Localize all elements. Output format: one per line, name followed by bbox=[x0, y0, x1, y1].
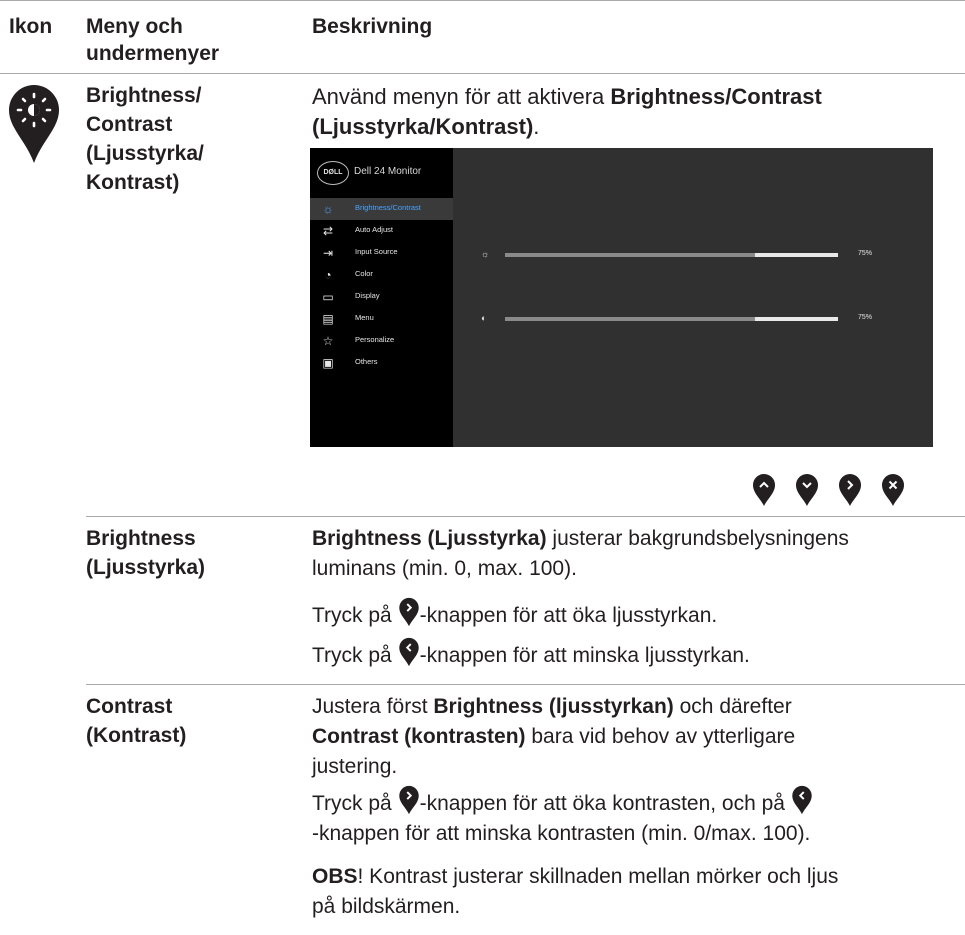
brightness-desc-line2: luminans (min. 0, max. 100). bbox=[312, 557, 577, 580]
menu-name-line: Brightness/ bbox=[86, 84, 202, 107]
osd-menu-menu[interactable]: ▤ Menu bbox=[310, 308, 453, 330]
menu-icon: ▤ bbox=[322, 312, 334, 326]
menu-name-brightness: Brightness (Ljusstyrka) bbox=[86, 524, 205, 582]
osd-menu-label: Display bbox=[355, 291, 380, 300]
nav-buttons bbox=[752, 473, 912, 512]
increase-text: -knappen för att öka ljusstyrkan. bbox=[419, 604, 718, 627]
up-arrow-icon[interactable] bbox=[753, 474, 775, 506]
press-text: Tryck på bbox=[312, 604, 398, 627]
nav-button-icons bbox=[753, 474, 904, 506]
dell-logo: DØLL bbox=[317, 161, 349, 185]
osd-menu-label: Others bbox=[355, 357, 378, 366]
input-source-icon: ⇥ bbox=[322, 246, 334, 260]
auto-adjust-icon: ⇄ bbox=[322, 224, 334, 238]
left-arrow-icon bbox=[792, 785, 812, 815]
osd-menu-input-source[interactable]: ⇥ Input Source bbox=[310, 242, 453, 264]
press-text: Tryck på bbox=[312, 792, 398, 815]
menu-name-line: (Kontrast) bbox=[86, 724, 187, 747]
osd-sidebar: DØLL Dell 24 Monitor ☼ Brightness/Contra… bbox=[310, 148, 453, 447]
header-rule bbox=[0, 73, 965, 74]
header-menu-line1: Meny och bbox=[86, 15, 183, 38]
brightness-value: 75% bbox=[858, 250, 873, 257]
intro-paragraph: Använd menyn för att aktivera Brightness… bbox=[312, 82, 952, 142]
menu-name-contrast: Contrast (Kontrast) bbox=[86, 692, 186, 750]
down-arrow-icon[interactable] bbox=[796, 474, 818, 506]
obs-bold: OBS bbox=[312, 865, 358, 888]
contrast-slider-fill bbox=[505, 317, 755, 321]
menu-name-line: Contrast bbox=[86, 695, 173, 718]
close-icon[interactable] bbox=[882, 474, 904, 506]
contrast-p1-bold2: Contrast (kontrasten) bbox=[312, 725, 526, 748]
intro-text: Använd menyn för att aktivera bbox=[312, 84, 611, 109]
osd-menu-personalize[interactable]: ☆ Personalize bbox=[310, 330, 453, 352]
contrast-value: 75% bbox=[858, 314, 873, 321]
decrease-text: -knappen för att minska ljusstyrkan. bbox=[419, 644, 750, 667]
menu-name-line: (Ljusstyrka) bbox=[86, 556, 206, 579]
osd-menu-label: Input Source bbox=[355, 247, 398, 256]
osd-menu-label: Menu bbox=[355, 313, 374, 322]
intro-bold-2: (Ljusstyrka/Kontrast) bbox=[312, 114, 534, 139]
left-arrow-icon bbox=[398, 637, 419, 667]
obs-text: ! Kontrast justerar skillnaden mellan mö… bbox=[357, 865, 839, 888]
contrast-p1-mid: och därefter bbox=[673, 695, 792, 718]
osd-menu-display[interactable]: ▭ Display bbox=[310, 286, 453, 308]
obs-line2: på bildskärmen. bbox=[312, 895, 461, 918]
header-menu-line2: undermenyer bbox=[86, 42, 220, 65]
menu-name-line: Kontrast) bbox=[86, 171, 180, 194]
top-rule bbox=[0, 0, 965, 1]
osd-menu-label: Color bbox=[355, 269, 373, 278]
intro-period: . bbox=[533, 114, 540, 139]
header-icon-column: Ikon bbox=[9, 15, 53, 38]
brightness-description: Brightness (Ljusstyrka) justerar bakgrun… bbox=[312, 524, 962, 584]
others-icon: ▣ bbox=[322, 356, 334, 370]
header-description-column: Beskrivning bbox=[312, 15, 433, 38]
brightness-bold: Brightness (Ljusstyrka) bbox=[312, 527, 547, 550]
press-text: Tryck på bbox=[312, 644, 398, 667]
osd-screenshot: DØLL Dell 24 Monitor ☼ Brightness/Contra… bbox=[310, 148, 933, 447]
right-arrow-icon bbox=[398, 785, 419, 815]
monitor-icon: ▭ bbox=[322, 290, 334, 304]
osd-menu-label: Auto Adjust bbox=[355, 225, 393, 234]
color-palette-icon: ◔ bbox=[324, 268, 332, 282]
osd-menu-others[interactable]: ▣ Others bbox=[310, 352, 453, 374]
osd-menu-label: Personalize bbox=[355, 335, 395, 344]
right-arrow-icon bbox=[398, 597, 419, 627]
osd-menu-brightness-contrast[interactable]: ☼ Brightness/Contrast bbox=[310, 198, 453, 220]
brightness-slider-fill bbox=[505, 253, 755, 257]
brightness-increase-instruction: Tryck på -knappen för att öka ljusstyrka… bbox=[312, 597, 717, 631]
menu-name-brightness-contrast: Brightness/ Contrast (Ljusstyrka/ Kontra… bbox=[86, 81, 204, 197]
osd-title: Dell 24 Monitor bbox=[354, 166, 422, 177]
menu-name-line: Contrast bbox=[86, 113, 173, 136]
contrast-icon: ◐ bbox=[481, 313, 487, 323]
brightness-desc-text: justerar bakgrundsbelysningens bbox=[546, 527, 849, 550]
contrast-slider[interactable] bbox=[505, 317, 838, 321]
right-arrow-icon[interactable] bbox=[839, 474, 861, 506]
contrast-p1-bold1: Brightness (ljusstyrkan) bbox=[433, 695, 674, 718]
intro-bold: Brightness/Contrast bbox=[610, 84, 822, 109]
brightness-slider[interactable] bbox=[505, 253, 838, 257]
obs-note: OBS! Kontrast justerar skillnaden mellan… bbox=[312, 862, 962, 922]
contrast-p1-line3: justering. bbox=[312, 755, 398, 778]
menu-name-line: Brightness bbox=[86, 527, 196, 550]
contrast-decrease-text: -knappen för att minska kontrasten (min.… bbox=[312, 822, 811, 845]
contrast-increase-text: -knappen för att öka kontrasten, och på bbox=[419, 792, 791, 815]
contrast-p1-text: Justera först bbox=[312, 695, 434, 718]
brightness-sun-icon: ☼ bbox=[481, 249, 490, 259]
star-icon: ☆ bbox=[322, 334, 334, 348]
row-rule-2 bbox=[86, 684, 965, 685]
osd-menu-color[interactable]: ◔ Color bbox=[310, 264, 453, 286]
menu-name-line: (Ljusstyrka/ bbox=[86, 142, 204, 165]
contrast-p1-rest: bara vid behov av ytterligare bbox=[525, 725, 796, 748]
header-menu-column: Meny och undermenyer bbox=[86, 13, 219, 67]
sun-icon: ☼ bbox=[322, 202, 334, 216]
osd-menu-label: Brightness/Contrast bbox=[355, 203, 421, 212]
contrast-paragraph-2: Tryck på -knappen för att öka kontrasten… bbox=[312, 785, 962, 849]
contrast-paragraph-1: Justera först Brightness (ljusstyrkan) o… bbox=[312, 692, 962, 782]
brightness-contrast-icon bbox=[7, 83, 61, 170]
row-rule-1 bbox=[86, 516, 965, 517]
brightness-decrease-instruction: Tryck på -knappen för att minska ljussty… bbox=[312, 637, 750, 671]
osd-menu-auto-adjust[interactable]: ⇄ Auto Adjust bbox=[310, 220, 453, 242]
